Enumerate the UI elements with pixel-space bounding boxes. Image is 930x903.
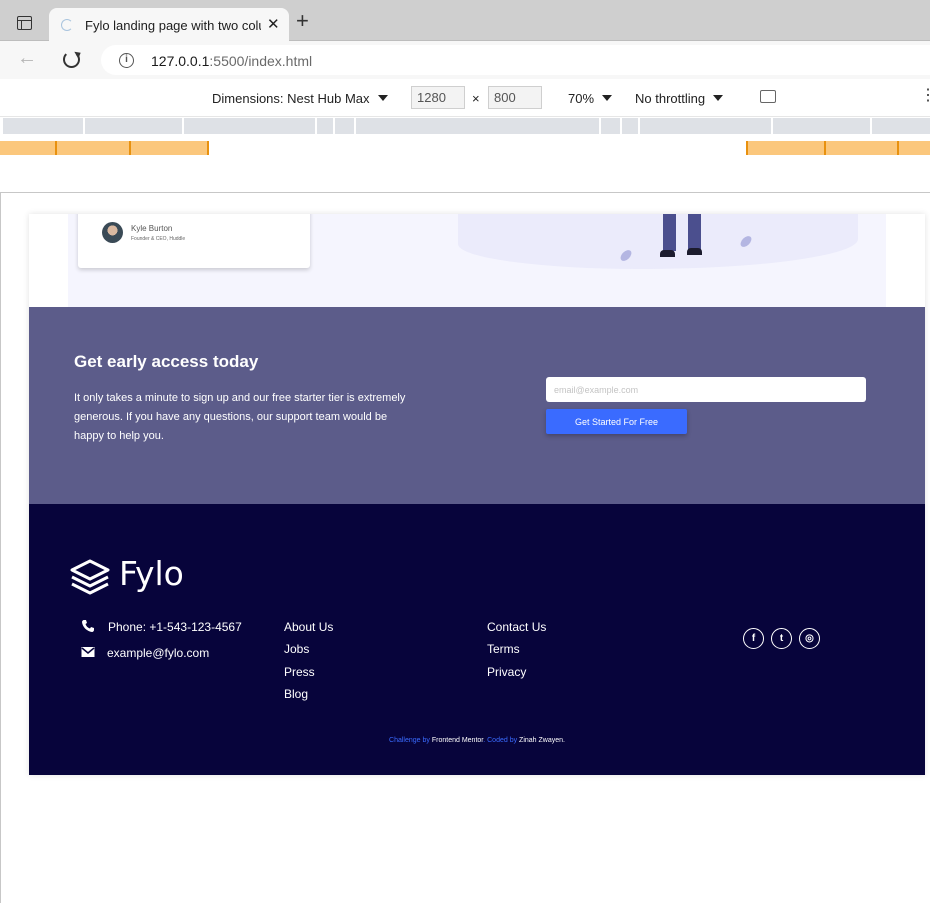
- testimonial-card: Kyle Burton Founder & CEO, Huddle: [78, 214, 310, 268]
- brand-name[interactable]: Fylo: [119, 554, 184, 593]
- media-query-segment[interactable]: [746, 141, 930, 155]
- loading-favicon-icon: [61, 19, 73, 31]
- mail-icon: [81, 647, 95, 657]
- footer-link-blog[interactable]: Blog: [284, 687, 308, 701]
- zoom-select[interactable]: 70%: [568, 91, 613, 106]
- footer-link-terms[interactable]: Terms: [487, 642, 520, 656]
- phone-text: Phone: +1-543-123-4567: [108, 620, 242, 634]
- back-arrow-icon[interactable]: ←: [17, 47, 37, 70]
- tab-actions-icon[interactable]: [17, 16, 32, 30]
- media-query-segment[interactable]: [335, 118, 354, 134]
- phone-icon: [82, 620, 94, 632]
- viewport-edge: [0, 193, 1, 903]
- dimension-separator: ×: [472, 91, 480, 106]
- media-query-segment[interactable]: [184, 118, 315, 134]
- footer-link-about[interactable]: About Us: [284, 620, 333, 634]
- illustration-leg: [688, 214, 701, 251]
- early-access-title: Get early access today: [74, 352, 259, 371]
- url-host: 127.0.0.1: [151, 53, 210, 69]
- throttling-label: No throttling: [635, 91, 706, 106]
- media-query-segment[interactable]: [85, 118, 182, 134]
- throttling-select[interactable]: No throttling: [635, 91, 724, 106]
- media-query-segment[interactable]: [773, 118, 870, 134]
- device-select[interactable]: Dimensions: Nest Hub Max: [212, 91, 388, 106]
- device-label: Dimensions: Nest Hub Max: [212, 91, 370, 106]
- illustration-shoe: [687, 248, 702, 255]
- close-tab-icon[interactable]: ✕: [267, 15, 280, 33]
- media-query-marker: [746, 141, 748, 155]
- email-input[interactable]: [546, 377, 866, 402]
- early-access-description: It only takes a minute to sign up and ou…: [74, 392, 406, 442]
- height-input[interactable]: 800: [488, 86, 542, 109]
- rotate-icon[interactable]: [760, 90, 776, 103]
- footer-link-jobs[interactable]: Jobs: [284, 642, 309, 656]
- fylo-logo-icon[interactable]: [70, 559, 110, 595]
- media-query-marker: [55, 141, 57, 155]
- media-query-segment[interactable]: [601, 118, 620, 134]
- email-text: example@fylo.com: [107, 646, 210, 660]
- site-info-icon[interactable]: i: [119, 53, 134, 68]
- url-text[interactable]: 127.0.0.1:5500/index.html: [151, 53, 312, 69]
- device-toolbar: Dimensions: Nest Hub Max 1280 × 800 70% …: [0, 79, 930, 117]
- instagram-icon[interactable]: ◎: [799, 628, 820, 649]
- tab-strip: Fylo landing page with two colum ✕ +: [0, 0, 930, 42]
- background-blob: [458, 214, 858, 269]
- footer-link-press[interactable]: Press: [284, 665, 315, 679]
- media-query-segment[interactable]: [872, 118, 930, 134]
- footer-link-privacy[interactable]: Privacy: [487, 665, 526, 679]
- tab-title: Fylo landing page with two colum: [85, 18, 261, 33]
- media-query-orange-bar: [0, 141, 930, 155]
- media-query-marker: [207, 141, 209, 155]
- twitter-icon[interactable]: t: [771, 628, 792, 649]
- media-query-segment[interactable]: [622, 118, 638, 134]
- media-query-segment[interactable]: [640, 118, 771, 134]
- media-query-marker: [824, 141, 826, 155]
- footer: Fylo Phone: +1-543-123-4567 example@fylo…: [29, 504, 925, 775]
- attribution-suffix: .: [563, 737, 565, 744]
- media-query-segment[interactable]: [0, 141, 209, 155]
- chevron-down-icon: [713, 95, 724, 101]
- facebook-icon[interactable]: f: [743, 628, 764, 649]
- media-query-marker: [897, 141, 899, 155]
- address-bar: ← i 127.0.0.1:5500/index.html: [0, 41, 930, 79]
- browser-tab[interactable]: Fylo landing page with two colum ✕: [49, 8, 289, 42]
- media-query-bar: [0, 117, 930, 135]
- get-started-button[interactable]: Get Started For Free: [546, 409, 687, 434]
- testimonial-author-role: Founder & CEO, Huddle: [131, 236, 186, 242]
- zoom-label: 70%: [568, 91, 595, 106]
- media-query-segment[interactable]: [317, 118, 333, 134]
- illustration-shoe: [660, 250, 675, 257]
- url-path: :5500/index.html: [209, 53, 313, 69]
- attribution-challenge-prefix: Challenge by: [389, 737, 430, 744]
- frontend-mentor-link[interactable]: Frontend Mentor: [432, 737, 483, 744]
- more-options-icon[interactable]: ⋮: [920, 85, 930, 105]
- url-field[interactable]: i 127.0.0.1:5500/index.html: [101, 45, 930, 75]
- page-viewport: Kyle Burton Founder & CEO, Huddle Get ea…: [29, 214, 925, 775]
- avatar: [102, 222, 123, 243]
- media-query-marker: [129, 141, 131, 155]
- chevron-down-icon: [602, 95, 613, 101]
- new-tab-icon[interactable]: +: [296, 10, 309, 32]
- illustration-leg: [663, 214, 676, 251]
- footer-link-contact[interactable]: Contact Us: [487, 620, 546, 634]
- testimonial-author-name: Kyle Burton: [131, 224, 173, 233]
- media-query-segment[interactable]: [3, 118, 83, 134]
- attribution: Challenge by Frontend Mentor. Coded by Z…: [29, 737, 925, 744]
- media-query-segment[interactable]: [356, 118, 599, 134]
- early-access-section: Get early access today It only takes a m…: [29, 307, 925, 504]
- attribution-coded-prefix: . Coded by: [483, 737, 518, 744]
- author-link[interactable]: Zinah Zwayen: [519, 737, 563, 744]
- width-input[interactable]: 1280: [411, 86, 465, 109]
- chevron-down-icon: [377, 95, 388, 101]
- testimonial-section: Kyle Burton Founder & CEO, Huddle: [68, 214, 886, 307]
- toolbar-divider: [0, 192, 930, 193]
- reload-icon[interactable]: [63, 51, 80, 68]
